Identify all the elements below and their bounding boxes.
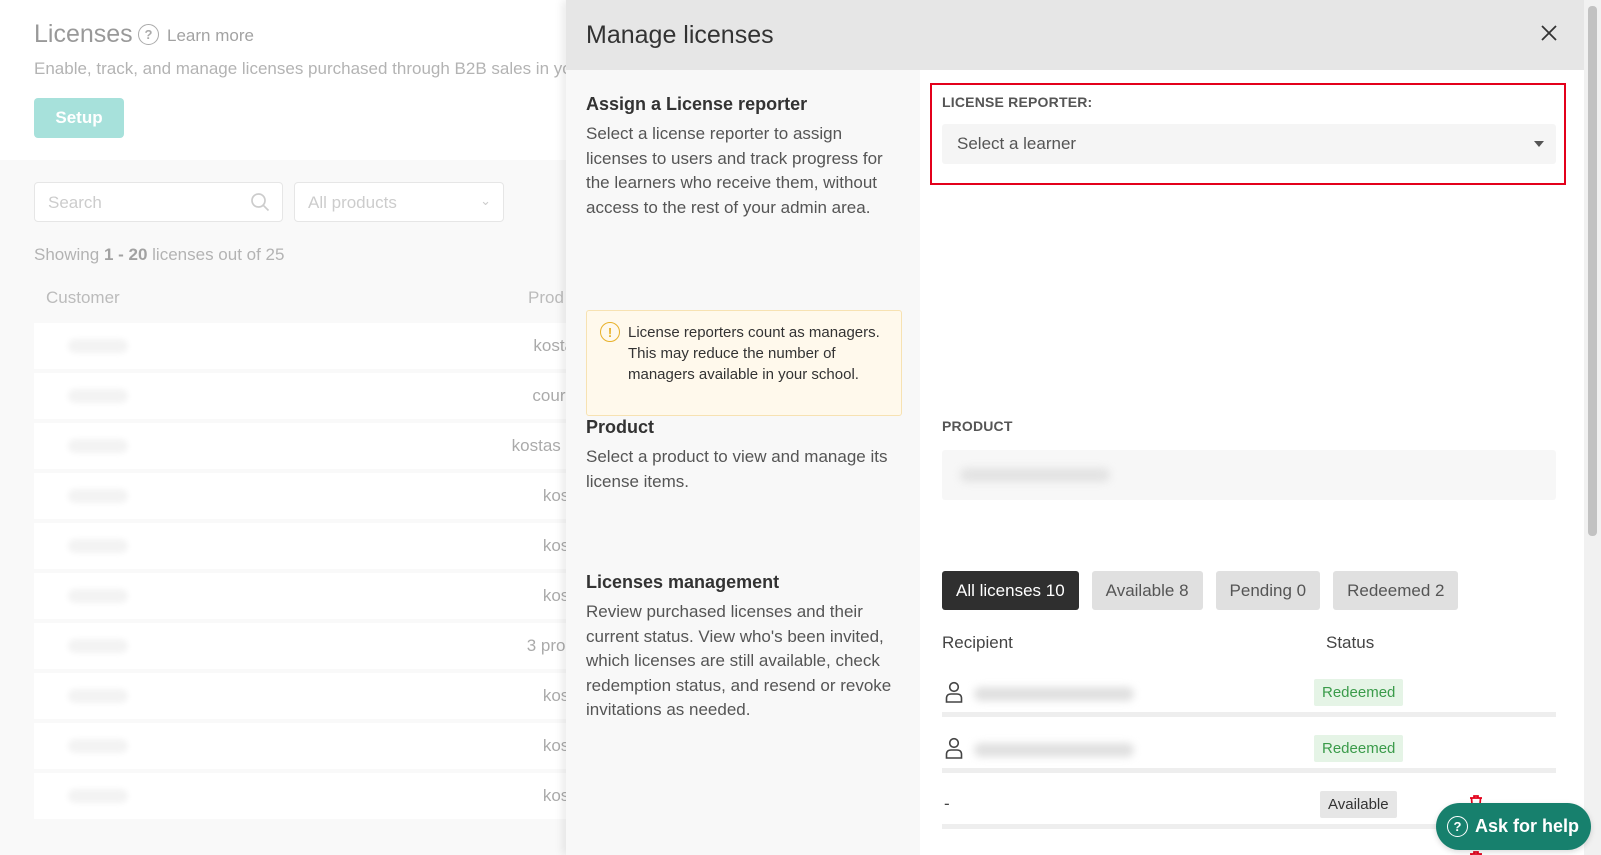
product-section-description: Select a product to view and manage its … (586, 447, 888, 491)
backdrop-overlay[interactable] (0, 0, 566, 855)
licenses-management-description: Review purchased licenses and their curr… (586, 602, 892, 719)
manager-warning-box: ! License reporters count as managers. T… (586, 310, 902, 416)
drawer-left-column: Assign a License reporter Select a licen… (566, 70, 920, 855)
license-reporter-select[interactable]: Select a learner (942, 124, 1556, 164)
column-header-recipient: Recipient (942, 633, 1013, 652)
warning-icon: ! (600, 322, 620, 342)
license-reporter-label: LICENSE REPORTER: (942, 94, 1093, 110)
drawer-header: Manage licenses (566, 0, 1601, 70)
column-header-status: Status (1326, 633, 1375, 652)
assign-reporter-description: Select a license reporter to assign lice… (586, 124, 883, 217)
recipient-empty: - (944, 794, 950, 813)
tab-redeemed[interactable]: Redeemed 2 (1333, 571, 1459, 610)
assign-reporter-title: Assign a License reporter (586, 94, 808, 114)
licenses-management-title: Licenses management (586, 572, 780, 592)
drawer-scrollbar[interactable] (1584, 0, 1601, 855)
recipient-redacted (974, 687, 1134, 701)
product-select[interactable] (942, 450, 1556, 500)
status-badge: Available (1320, 791, 1397, 818)
product-section-title: Product (586, 417, 655, 437)
table-row: Redeemed (942, 721, 1556, 773)
warning-text: License reporters count as managers. Thi… (628, 324, 880, 383)
drawer-title: Manage licenses (586, 21, 774, 49)
scrollbar-thumb[interactable] (1588, 6, 1597, 536)
close-icon[interactable] (1534, 18, 1564, 48)
status-badge: Redeemed (1314, 679, 1404, 706)
ask-for-help-label: Ask for help (1475, 816, 1580, 836)
tab-all-licenses[interactable]: All licenses 10 (942, 571, 1079, 610)
help-circle-icon: ? (1447, 816, 1468, 837)
user-icon (945, 737, 963, 759)
tab-available[interactable]: Available 8 (1091, 571, 1203, 610)
tab-pending[interactable]: Pending 0 (1215, 571, 1321, 610)
manage-licenses-drawer: Manage licenses Assign a License reporte… (566, 0, 1601, 855)
recipient-redacted (974, 743, 1134, 757)
license-filter-tabs: All licenses 10 Available 8 Pending 0 Re… (942, 571, 1459, 610)
select-learner-placeholder: Select a learner (957, 134, 1077, 153)
caret-down-icon (1534, 141, 1544, 147)
product-label: PRODUCT (942, 418, 1013, 434)
product-name-redacted (960, 468, 1110, 482)
table-row: Redeemed (942, 665, 1556, 717)
status-badge: Redeemed (1314, 735, 1404, 762)
ask-for-help-button[interactable]: ? Ask for help (1436, 803, 1591, 850)
user-icon (945, 681, 963, 703)
